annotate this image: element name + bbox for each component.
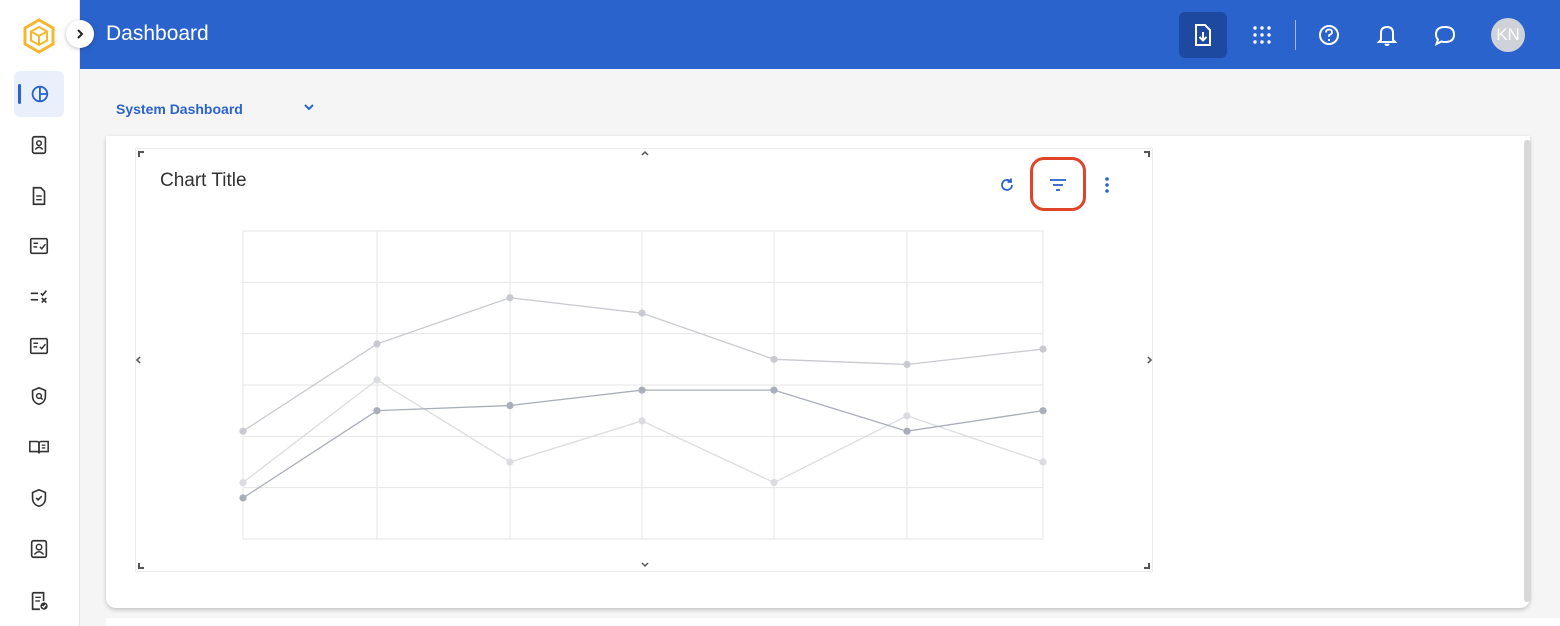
data-point xyxy=(638,386,646,394)
sidebar xyxy=(0,0,80,626)
sidebar-item-documents[interactable] xyxy=(14,173,64,219)
dashboard-pie-icon xyxy=(31,85,49,103)
data-point xyxy=(239,427,247,435)
data-point xyxy=(770,386,778,394)
shield-search-icon xyxy=(31,386,47,406)
data-point xyxy=(638,309,646,317)
scrollbar[interactable] xyxy=(1524,140,1531,602)
bell-icon xyxy=(1376,25,1398,46)
document-icon xyxy=(32,186,46,206)
chat-bubble-icon xyxy=(1434,25,1456,46)
series-line-3 xyxy=(242,389,1044,499)
data-point xyxy=(506,294,514,302)
dashboard-selector[interactable]: System Dashboard xyxy=(116,98,326,120)
notifications-button[interactable] xyxy=(1363,12,1411,58)
task-list-icon xyxy=(29,337,49,355)
sidebar-item-checklist[interactable] xyxy=(14,223,64,269)
sidebar-expand-button[interactable] xyxy=(66,20,94,48)
export-button[interactable] xyxy=(1179,12,1227,58)
dashboard-selector-value: System Dashboard xyxy=(116,101,243,117)
checklist-icon xyxy=(29,237,49,255)
data-point xyxy=(638,417,646,425)
help-button[interactable] xyxy=(1305,12,1353,58)
data-point xyxy=(1039,407,1047,415)
sidebar-item-dashboard[interactable] xyxy=(14,71,64,117)
data-point xyxy=(506,458,514,466)
sidebar-item-users[interactable] xyxy=(14,526,64,572)
shield-check-icon xyxy=(31,488,47,508)
chat-button[interactable] xyxy=(1421,12,1469,58)
app-logo xyxy=(22,18,56,54)
sidebar-item-contacts[interactable] xyxy=(14,122,64,168)
data-point xyxy=(1039,458,1047,466)
apps-button[interactable] xyxy=(1238,12,1286,58)
sidebar-item-list-review[interactable] xyxy=(14,274,64,320)
data-point xyxy=(770,355,778,363)
sidebar-item-tasks[interactable] xyxy=(14,323,64,369)
data-point xyxy=(1039,345,1047,353)
apps-grid-icon xyxy=(1253,26,1271,44)
top-bar: Dashboard KN xyxy=(80,0,1560,69)
chart-widget[interactable]: Chart Title xyxy=(135,148,1153,572)
data-point xyxy=(239,478,247,487)
data-point xyxy=(239,494,247,502)
sidebar-item-approvals[interactable] xyxy=(14,578,64,624)
document-check-icon xyxy=(31,591,48,611)
data-point xyxy=(373,407,381,415)
book-icon xyxy=(29,440,49,454)
data-point xyxy=(770,478,778,487)
contact-card-icon xyxy=(31,135,47,155)
toolbar-divider xyxy=(1295,20,1296,50)
data-point xyxy=(373,376,381,384)
data-point xyxy=(506,401,514,410)
user-card-icon xyxy=(30,539,48,559)
data-point xyxy=(903,427,911,435)
list-check-x-icon xyxy=(30,290,47,304)
sidebar-item-security-search[interactable] xyxy=(14,373,64,419)
chevron-down-icon xyxy=(302,100,316,119)
file-download-icon xyxy=(1195,24,1211,46)
help-icon xyxy=(1319,25,1339,45)
user-avatar[interactable]: KN xyxy=(1491,18,1525,52)
data-point xyxy=(903,412,911,420)
next-card-edge xyxy=(106,618,1560,626)
chevron-right-icon xyxy=(77,29,84,39)
data-point xyxy=(903,360,911,369)
page-title: Dashboard xyxy=(106,22,209,45)
series-line-1 xyxy=(242,297,1044,432)
line-chart xyxy=(239,230,1047,540)
sidebar-item-library[interactable] xyxy=(14,424,64,470)
series-line-2 xyxy=(242,379,1044,484)
sidebar-item-compliance[interactable] xyxy=(14,475,64,521)
data-point xyxy=(373,340,381,348)
